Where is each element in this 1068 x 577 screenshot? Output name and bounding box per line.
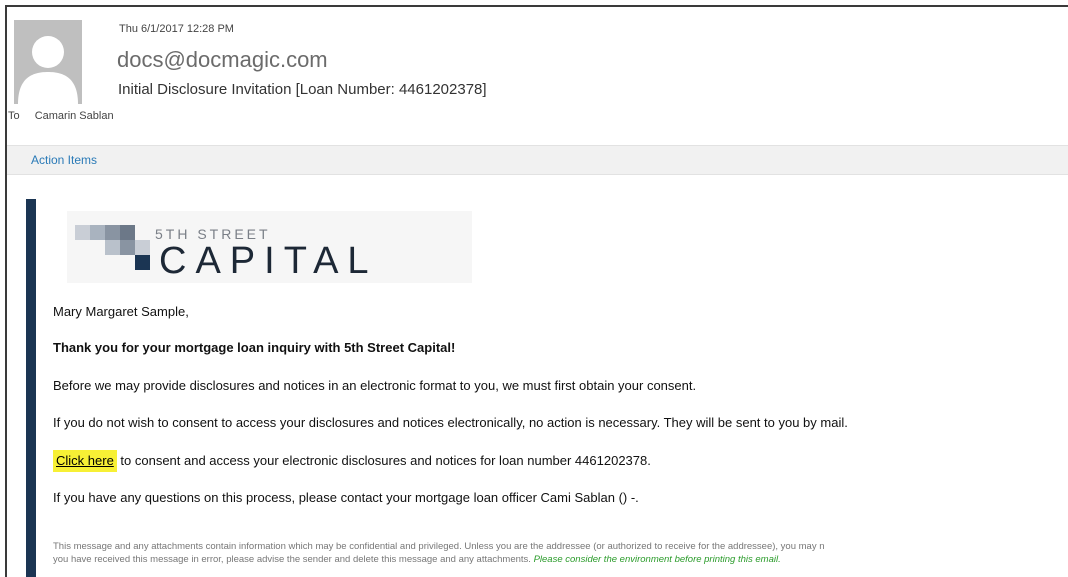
recipient-name[interactable]: Camarin Sablan (35, 110, 114, 122)
sender-address[interactable]: docs@docmagic.com (117, 47, 328, 73)
email-reading-pane: Thu 6/1/2017 12:28 PM docs@docmagic.com … (5, 5, 1068, 577)
sent-date: Thu 6/1/2017 12:28 PM (119, 23, 234, 35)
questions-line: If you have any questions on this proces… (53, 490, 639, 505)
thanks-line: Thank you for your mortgage loan inquiry… (53, 340, 456, 355)
disclaimer-line1: This message and any attachments contain… (53, 541, 825, 552)
email-accent-bar (26, 199, 36, 577)
consent-intro: Before we may provide disclosures and no… (53, 378, 697, 393)
click-here-link[interactable]: Click here (53, 450, 117, 472)
greeting: Mary Margaret Sample, (53, 304, 189, 319)
squares-logo-icon: 5TH STREET CAPITAL (67, 211, 472, 283)
disclaimer-text: you have received this message in error,… (53, 554, 531, 565)
logo-line2: CAPITAL (159, 240, 378, 282)
recipient-row: To Camarin Sablan (8, 110, 114, 122)
company-logo: 5TH STREET CAPITAL (67, 211, 472, 283)
environment-note: Please consider the environment before p… (533, 554, 781, 565)
person-silhouette-icon (14, 20, 82, 104)
disclaimer-line2: you have received this message in error,… (53, 554, 781, 566)
sender-avatar[interactable] (14, 20, 82, 104)
action-items-link[interactable]: Action Items (31, 153, 97, 167)
email-subject: Initial Disclosure Invitation [Loan Numb… (118, 81, 487, 98)
to-label: To (8, 110, 20, 122)
consent-link-rest: to consent and access your electronic di… (116, 453, 651, 468)
no-consent-line: If you do not wish to consent to access … (53, 415, 848, 430)
action-items-bar: Action Items (7, 145, 1068, 175)
consent-link-line: Click here to consent and access your el… (53, 450, 651, 472)
